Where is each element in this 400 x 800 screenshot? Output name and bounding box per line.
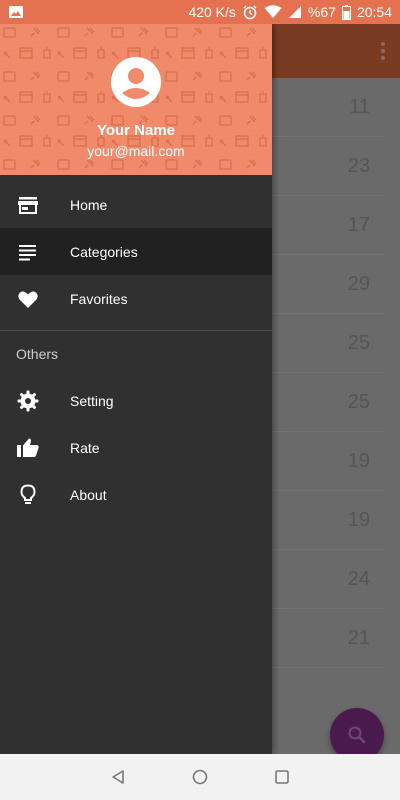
list-item[interactable]: 25 (272, 314, 384, 373)
nav-item-rate[interactable]: Rate (0, 424, 272, 471)
account-icon (111, 57, 161, 107)
network-speed: 420 K/s (188, 4, 236, 20)
status-bar: 420 K/s %67 20:54 (0, 0, 400, 24)
list-item[interactable]: 17 (272, 196, 384, 255)
list-item[interactable]: 24 (272, 550, 384, 609)
battery-percent: %67 (307, 4, 336, 20)
nav-item-label: Home (70, 196, 108, 213)
section-title-others: Others (16, 346, 59, 362)
store-icon (18, 196, 38, 214)
list-item[interactable]: 25 (272, 373, 384, 432)
nav-item-about[interactable]: About (0, 471, 272, 518)
gear-icon (17, 390, 39, 411)
list-item[interactable]: 19 (272, 491, 384, 550)
nav-item-home[interactable]: Home (0, 181, 272, 228)
drawer-header: Your Name your@mail.com (0, 24, 272, 175)
wifi-icon (264, 5, 282, 18)
user-email: your@mail.com (87, 143, 185, 159)
nav-item-favorites[interactable]: Favorites (0, 275, 272, 322)
clock: 20:54 (356, 4, 392, 20)
list-icon (19, 244, 36, 260)
signal-icon (288, 6, 301, 18)
user-name: Your Name (96, 122, 176, 139)
list-item[interactable]: 11 (272, 78, 384, 137)
image-icon (9, 6, 23, 18)
avatar[interactable] (111, 57, 161, 107)
home-button[interactable] (159, 754, 241, 800)
recents-button[interactable] (241, 754, 323, 800)
alarm-icon (243, 5, 257, 20)
home-circle-icon (192, 769, 208, 785)
nav-item-label: About (70, 486, 107, 503)
list-item[interactable]: 21 (272, 609, 384, 668)
nav-item-label: Favorites (70, 290, 128, 307)
thumbs-up-icon (17, 438, 39, 457)
overflow-menu-icon[interactable] (380, 42, 386, 60)
system-nav-bar (0, 754, 400, 800)
list-item[interactable]: 29 (272, 255, 384, 314)
nav-item-label: Categories (70, 243, 138, 260)
heart-icon (18, 291, 38, 308)
nav-item-label: Setting (70, 392, 114, 409)
back-button[interactable] (77, 754, 159, 800)
nav-item-categories[interactable]: Categories (0, 228, 272, 275)
nav-item-setting[interactable]: Setting (0, 377, 272, 424)
nav-item-label: Rate (70, 439, 100, 456)
search-icon (348, 726, 366, 744)
lightbulb-icon (20, 483, 36, 504)
battery-icon (341, 4, 351, 20)
recents-icon (275, 770, 289, 784)
list-item[interactable]: 23 (272, 137, 384, 196)
list-item[interactable]: 19 (272, 432, 384, 491)
navigation-drawer: Your Name your@mail.com Home Categories … (0, 24, 272, 754)
back-icon (112, 770, 124, 784)
